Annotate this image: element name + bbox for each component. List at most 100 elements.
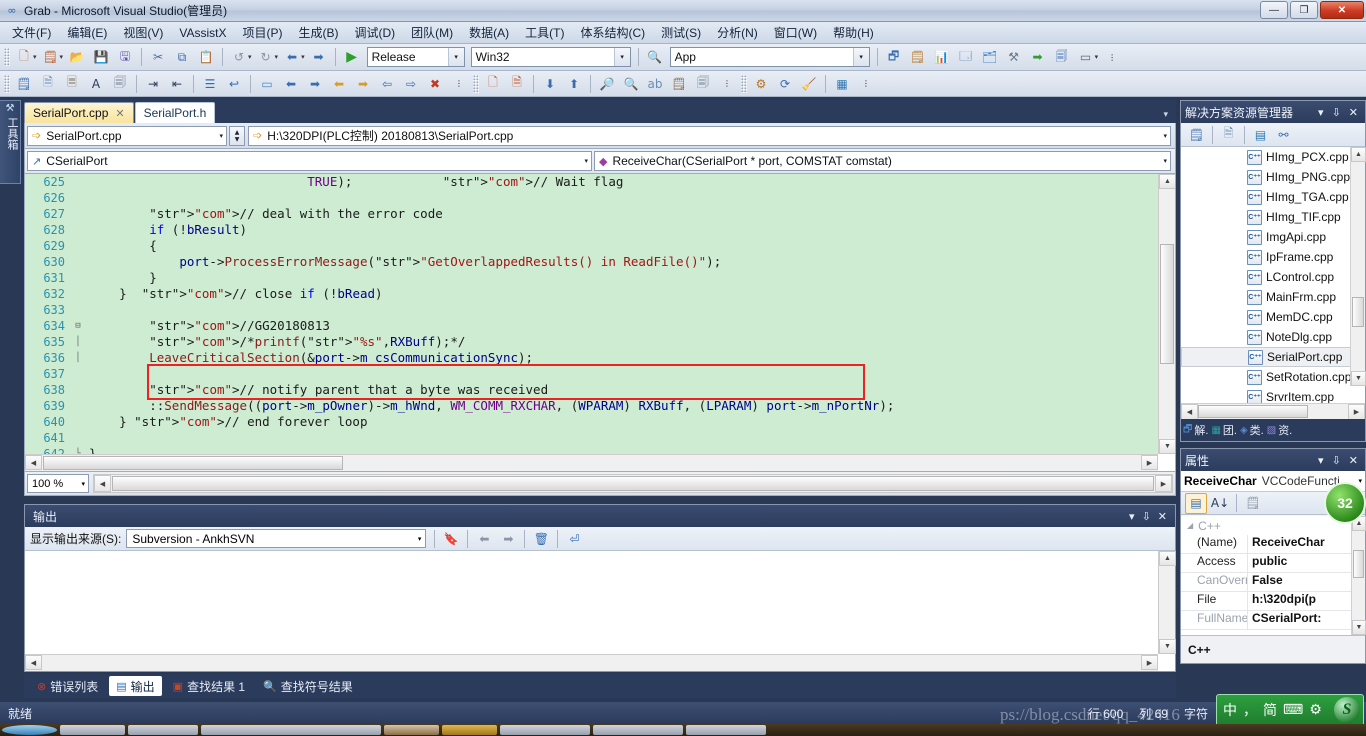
menu-window[interactable]: 窗口(W) — [766, 22, 825, 43]
toolbox-tab[interactable]: ⚒ 工具箱 — [0, 100, 21, 184]
taskbar-item[interactable] — [686, 725, 766, 735]
keyboard-icon[interactable]: ⌨ — [1283, 702, 1303, 718]
show-all-files-icon[interactable]: 🗎 — [1218, 125, 1239, 145]
tree-item-file[interactable]: C⁺⁺ MainFrm.cpp — [1181, 287, 1365, 307]
code-fold-marker[interactable]: └ — [71, 446, 85, 454]
sogou-logo-icon[interactable]: S — [1334, 697, 1360, 723]
tree-item-file[interactable]: C⁺⁺ HImg_TIF.cpp — [1181, 207, 1365, 227]
taskbar-start-button[interactable] — [2, 725, 57, 735]
output-vertical-scrollbar[interactable]: ▲ ▼ — [1158, 551, 1176, 654]
taskbar-item[interactable] — [201, 725, 381, 735]
editor-horizontal-scrollbar[interactable]: ◀ ▶ — [93, 474, 1173, 493]
menu-debug[interactable]: 调试(D) — [346, 22, 403, 43]
scroll-left-button[interactable]: ◀ — [25, 455, 42, 470]
clear-bookmarks-icon[interactable]: ✖ — [424, 73, 446, 94]
property-row[interactable]: CanOverri False — [1181, 573, 1365, 592]
new-class-icon[interactable]: 🗋 — [482, 73, 504, 94]
go-to-previous-message-icon[interactable]: ⬅ — [473, 528, 495, 549]
new-project-icon[interactable]: 🗋 — [13, 47, 35, 68]
code-line[interactable]: 639 ::SendMessage((port->m_pOwner)->m_hW… — [25, 398, 1158, 414]
properties-grid[interactable]: ◢ C++ (Name) ReceiveChar Access public CanOv… — [1181, 516, 1365, 635]
solution-configuration-combo[interactable]: Release ▾ — [366, 47, 465, 67]
menu-team[interactable]: 团队(M) — [403, 22, 461, 43]
decrease-indent-icon[interactable]: ⇤ — [166, 73, 188, 94]
config-manager-icon[interactable]: ▦ — [831, 73, 853, 94]
categorized-view-icon[interactable]: ▤ — [1185, 492, 1207, 514]
tree-item-file[interactable]: C⁺⁺ SetRotation.cpp — [1181, 367, 1365, 387]
scroll-up-button[interactable]: ▲ — [1159, 174, 1175, 189]
tree-item-file[interactable]: C⁺⁺ NoteDlg.cpp — [1181, 327, 1365, 347]
scroll-down-button[interactable]: ▼ — [1352, 620, 1366, 635]
open-file-icon[interactable]: 📂 — [66, 47, 88, 68]
find-references-icon[interactable]: ⬆ — [563, 73, 585, 94]
chevron-down-icon[interactable]: ▾ — [1129, 510, 1135, 523]
chevron-down-icon[interactable]: ▾ — [852, 48, 869, 66]
dock-tab-team-explorer[interactable]: ▦ 团. — [1211, 422, 1237, 438]
menu-data[interactable]: 数据(A) — [461, 22, 517, 43]
chevron-down-icon[interactable]: ▾ — [1163, 110, 1176, 123]
find-message-icon[interactable]: 🔖 — [440, 528, 462, 549]
startup-project-combo[interactable]: App ▾ — [669, 47, 870, 67]
property-value[interactable]: False — [1247, 573, 1365, 591]
toolbar-overflow-icon[interactable]: ⋮ — [1101, 47, 1123, 68]
bottom-tab-error-list[interactable]: ⊗ 错误列表 — [30, 676, 105, 696]
save-all-icon[interactable]: 🖫 — [114, 47, 136, 68]
toolbar-grip[interactable] — [741, 74, 747, 93]
code-line[interactable]: 635 │ "str">"com">/*printf("str">"%s",RXB… — [25, 334, 1158, 350]
bottom-tab-find-results[interactable]: ▣ 查找结果 1 — [166, 676, 252, 696]
code-horizontal-scrollbar[interactable]: ◀ ▶ — [25, 454, 1158, 471]
menu-view[interactable]: 视图(V) — [115, 22, 171, 43]
class-view-icon[interactable]: 🗔 — [955, 47, 977, 68]
previous-bookmark-folder-icon[interactable]: ⬅ — [328, 73, 350, 94]
property-row[interactable]: (Name) ReceiveChar — [1181, 535, 1365, 554]
paste-icon[interactable]: 📋 — [195, 47, 217, 68]
file-path-combo[interactable]: ➩ H:\320DPI(PLC控制) 20180813\SerialPort.c… — [248, 125, 1171, 146]
vassist-open-file-icon[interactable]: 🔎 — [596, 73, 618, 94]
build-solution-icon[interactable]: ⚙ — [750, 73, 772, 94]
property-row[interactable]: FullName CSerialPort: — [1181, 611, 1365, 630]
solution-explorer-vertical-scrollbar[interactable]: ▲ ▼ — [1350, 147, 1366, 386]
close-icon[interactable]: ✕ — [1349, 106, 1358, 119]
property-value[interactable]: h:\320dpi(p — [1247, 592, 1365, 610]
code-line[interactable]: 631 } — [25, 270, 1158, 286]
horizontal-scroll-thumb[interactable] — [1198, 405, 1308, 418]
tree-item-file[interactable]: C⁺⁺ LControl.cpp — [1181, 267, 1365, 287]
taskbar-item[interactable] — [60, 725, 125, 735]
gear-icon[interactable]: ⚙ — [1309, 702, 1322, 718]
output-horizontal-scrollbar[interactable]: ◀ ▶ — [25, 654, 1158, 671]
next-bookmark-folder-icon[interactable]: ➡ — [352, 73, 374, 94]
property-row[interactable]: File h:\320dpi(p — [1181, 592, 1365, 611]
error-list-window-icon[interactable]: 🗐 — [1051, 47, 1073, 68]
increase-indent-icon[interactable]: ⇥ — [142, 73, 164, 94]
tree-item-file[interactable]: C⁺⁺ IpFrame.cpp — [1181, 247, 1365, 267]
start-debug-icon[interactable]: ▶ — [341, 47, 363, 68]
chevron-down-icon[interactable]: ▾ — [447, 48, 464, 66]
code-text-surface[interactable]: 625 TRUE); "str">"com">// Wait flag 626 62… — [25, 174, 1158, 454]
menu-help[interactable]: 帮助(H) — [825, 22, 882, 43]
code-line[interactable]: 640 } "str">"com">// end forever loop — [25, 414, 1158, 430]
tree-item-file[interactable]: C⁺⁺ HImg_PNG.cpp — [1181, 167, 1365, 187]
vassist-more-icon[interactable]: 🗐 — [692, 73, 714, 94]
menu-project[interactable]: 项目(P) — [234, 22, 290, 43]
tree-item-file[interactable]: C⁺⁺ ImgApi.cpp — [1181, 227, 1365, 247]
code-fold-marker[interactable]: ⊟ — [71, 318, 85, 334]
property-row[interactable]: Access public — [1181, 554, 1365, 573]
properties-icon[interactable]: 🗒 — [1186, 125, 1207, 145]
undo-edit-icon[interactable]: ↩ — [223, 73, 245, 94]
chevron-down-icon[interactable]: ▾ — [1358, 477, 1362, 485]
code-line[interactable]: 626 — [25, 190, 1158, 206]
output-source-combo[interactable]: Subversion - AnkhSVN ▾ — [126, 529, 427, 548]
minimize-button[interactable]: — — [1260, 1, 1288, 19]
menu-edit[interactable]: 编辑(E) — [59, 22, 115, 43]
navigation-stepper[interactable]: ▲ ▼ — [229, 125, 245, 146]
code-line[interactable]: 642 └} — [25, 446, 1158, 454]
clear-all-icon[interactable]: 🗑 — [530, 528, 552, 549]
code-line[interactable]: 634 ⊟ "str">"com">//GG20180813 — [25, 318, 1158, 334]
project-selector-combo[interactable]: ➩ SerialPort.cpp ▾ — [27, 125, 227, 146]
tree-item-file[interactable]: C⁺⁺ SerialPort.cpp — [1181, 347, 1365, 367]
horizontal-scroll-thumb[interactable] — [112, 476, 1154, 491]
toolbar-overflow-icon[interactable]: ⋮ — [855, 73, 877, 94]
scroll-up-button[interactable]: ▲ — [1351, 147, 1366, 162]
property-pages-icon[interactable]: 🗒 — [1242, 493, 1264, 514]
menu-build[interactable]: 生成(B) — [290, 22, 346, 43]
